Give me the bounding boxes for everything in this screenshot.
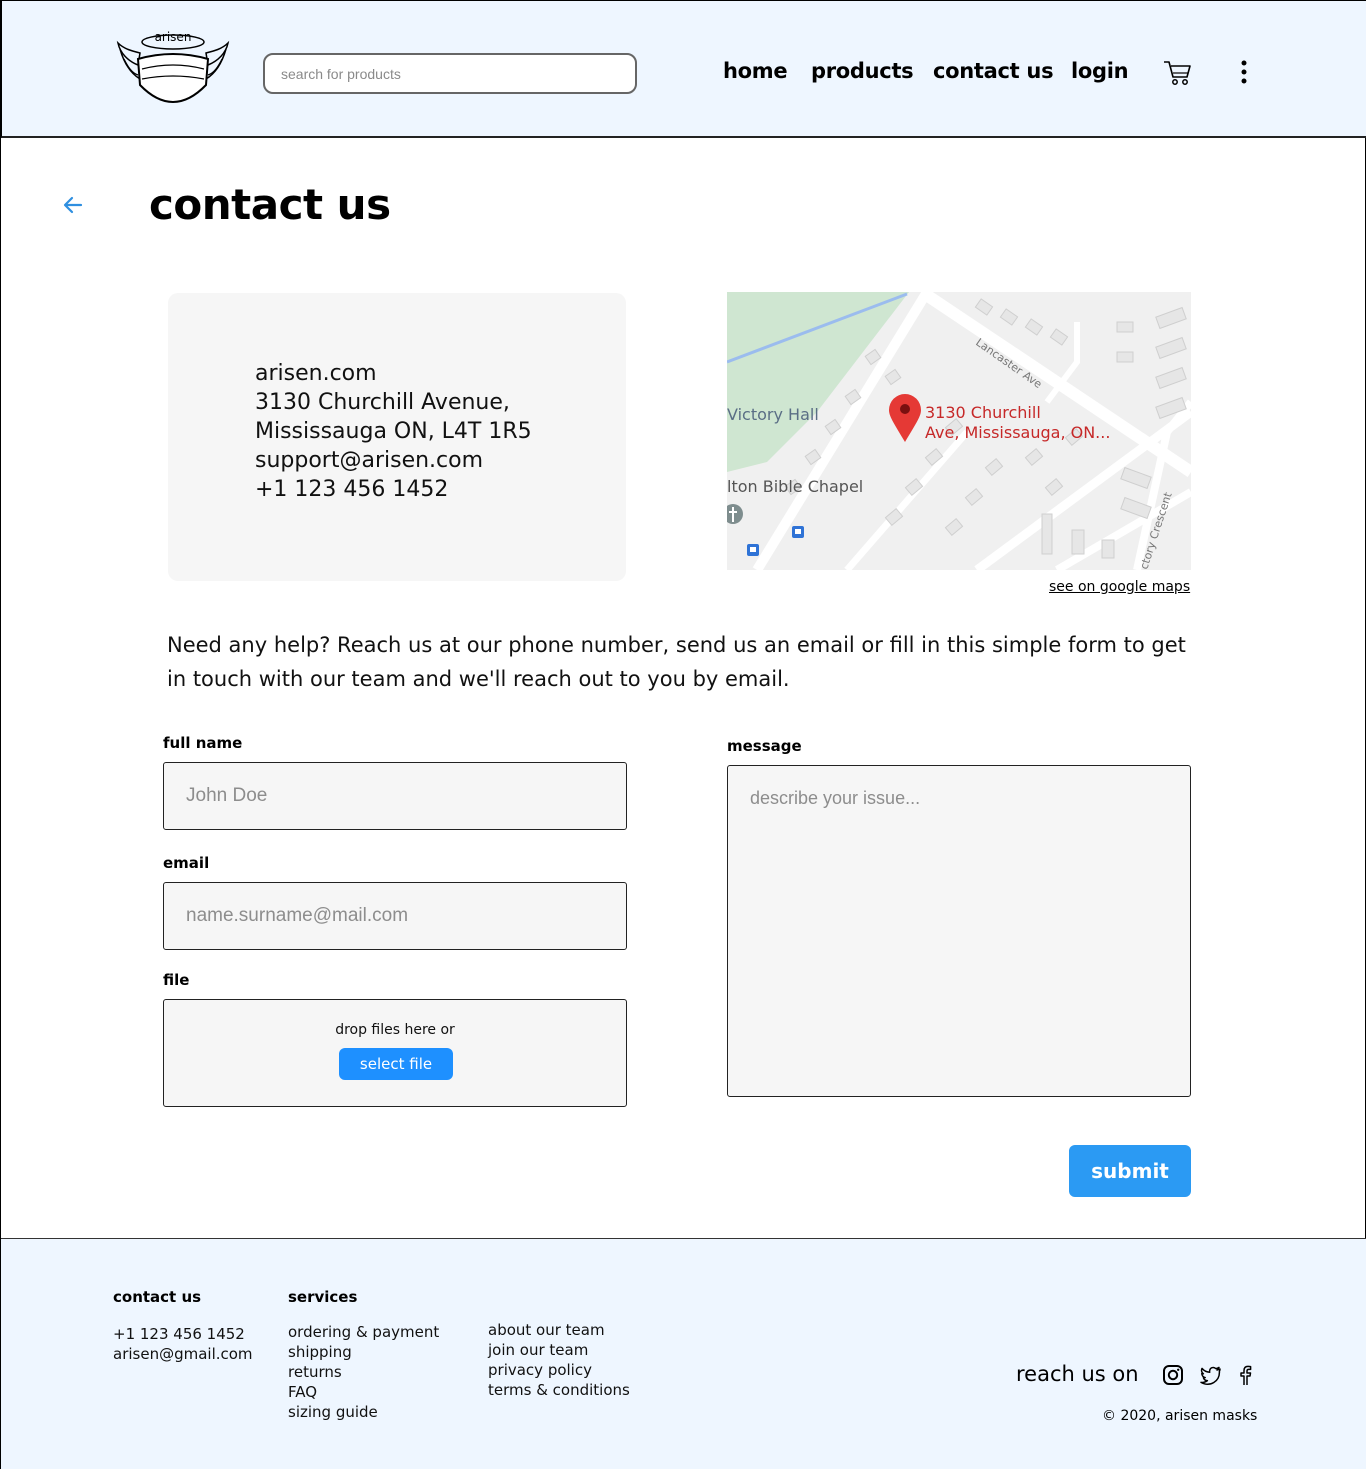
back-arrow-icon[interactable] — [61, 194, 85, 216]
site-header: arisen home products contact us login — [1, 0, 1366, 138]
page-title: contact us — [149, 180, 391, 229]
footer-link-sizing-guide[interactable]: sizing guide — [288, 1403, 378, 1421]
footer-link-returns[interactable]: returns — [288, 1363, 342, 1381]
footer-link-privacy-policy[interactable]: privacy policy — [488, 1361, 592, 1379]
nav-products[interactable]: products — [811, 59, 914, 83]
footer-link-shipping[interactable]: shipping — [288, 1343, 352, 1361]
select-file-button[interactable]: select file — [339, 1048, 453, 1080]
see-on-google-maps-link[interactable]: see on google maps — [1049, 579, 1190, 595]
map-graphic: 3130 Churchill Ave, Mississauga, ON... V… — [727, 292, 1191, 570]
logo-text: arisen — [155, 30, 192, 44]
map-place-bible-chapel: lton Bible Chapel — [727, 477, 863, 496]
info-address-city: Mississauga ON, L4T 1R5 — [255, 419, 532, 444]
footer-link-terms-conditions[interactable]: terms & conditions — [488, 1381, 630, 1399]
nav-login[interactable]: login — [1071, 59, 1129, 83]
full-name-input[interactable] — [163, 762, 627, 830]
footer-link-faq[interactable]: FAQ — [288, 1383, 317, 1401]
map-pin-label-2: Ave, Mississauga, ON... — [925, 423, 1110, 442]
instagram-icon[interactable] — [1162, 1364, 1184, 1386]
footer-email[interactable]: arisen@gmail.com — [113, 1345, 253, 1363]
footer-phone: +1 123 456 1452 — [113, 1325, 245, 1343]
map-place-victory-hall: Victory Hall — [727, 405, 819, 424]
contact-info-card: arisen.com 3130 Churchill Avenue, Missis… — [168, 293, 626, 581]
footer-link-ordering-payment[interactable]: ordering & payment — [288, 1323, 439, 1341]
file-label: file — [163, 971, 190, 989]
submit-button[interactable]: submit — [1069, 1145, 1191, 1197]
facebook-icon[interactable] — [1234, 1364, 1256, 1386]
kebab-menu-icon[interactable] — [1236, 59, 1252, 87]
reach-us-on-text: reach us on — [1016, 1362, 1139, 1386]
email-label: email — [163, 854, 210, 872]
twitter-icon[interactable] — [1200, 1364, 1222, 1386]
info-website: arisen.com — [255, 361, 377, 386]
info-phone: +1 123 456 1452 — [255, 477, 449, 502]
copyright-text: © 2020, arisen masks — [1102, 1408, 1258, 1424]
message-textarea[interactable] — [727, 765, 1191, 1097]
footer-link-about-team[interactable]: about our team — [488, 1321, 605, 1339]
drop-files-text: drop files here or — [335, 1022, 455, 1038]
map-pin-label-1: 3130 Churchill — [925, 403, 1041, 422]
full-name-label: full name — [163, 734, 243, 752]
nav-contact-us[interactable]: contact us — [933, 59, 1054, 83]
help-text: Need any help? Reach us at our phone num… — [167, 633, 1186, 691]
nav-home[interactable]: home — [723, 59, 788, 83]
search-input[interactable] — [263, 53, 637, 94]
email-input[interactable] — [163, 882, 627, 950]
info-email: support@arisen.com — [255, 448, 484, 473]
message-label: message — [727, 737, 802, 755]
cart-icon[interactable] — [1162, 59, 1192, 87]
footer-services-heading: services — [288, 1288, 358, 1306]
footer-contact-heading: contact us — [113, 1288, 202, 1306]
file-dropzone[interactable]: drop files here or select file — [163, 999, 627, 1107]
footer-link-join-team[interactable]: join our team — [488, 1341, 588, 1359]
location-map[interactable]: 3130 Churchill Ave, Mississauga, ON... V… — [727, 292, 1191, 570]
arisen-logo[interactable]: arisen — [114, 29, 232, 109]
info-address-street: 3130 Churchill Avenue, — [255, 390, 510, 415]
